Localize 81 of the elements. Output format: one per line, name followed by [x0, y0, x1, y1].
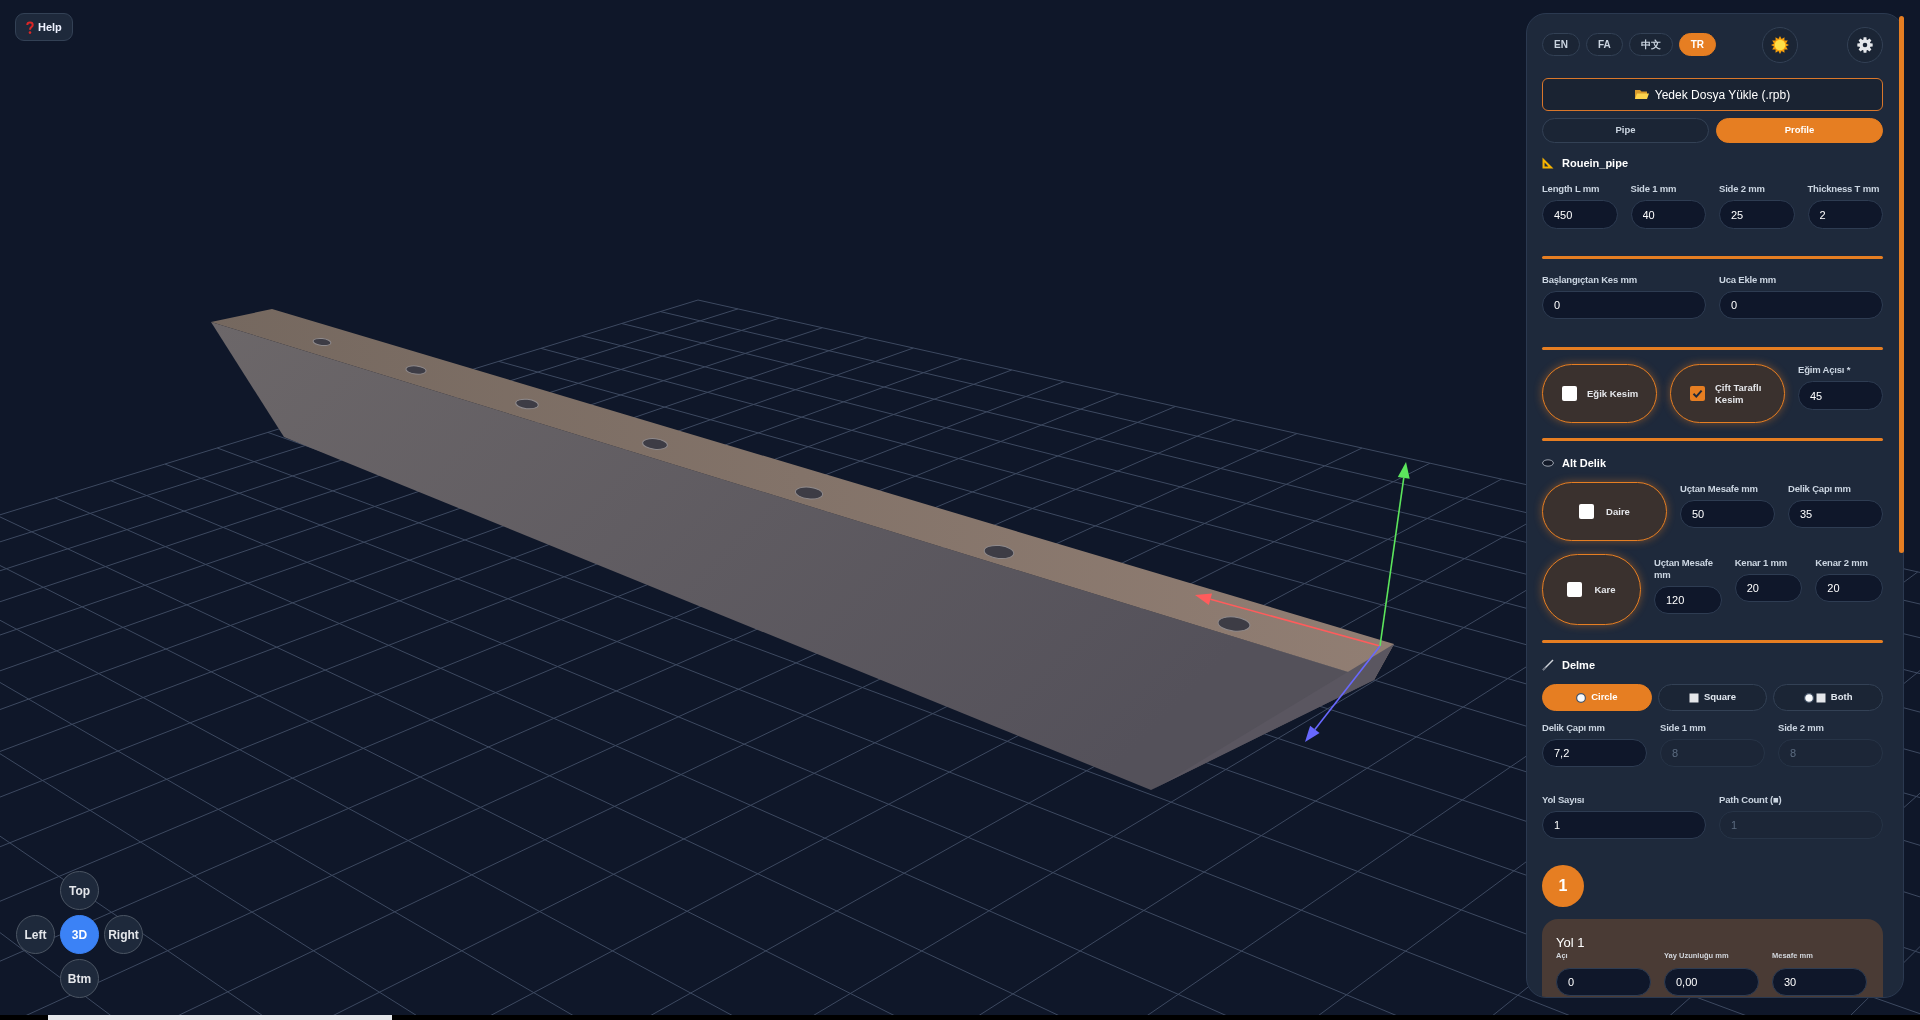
checkbox[interactable] [1562, 386, 1577, 401]
scrollbar-thumb[interactable] [48, 1015, 392, 1020]
path-title: Yol 1 [1556, 935, 1586, 951]
field-label: Uca Ekle mm [1719, 274, 1777, 286]
input-field[interactable]: 450 [1542, 200, 1618, 229]
field-label: Side 1 mm [1630, 183, 1678, 195]
field-label: Delik Çapı mm [1542, 722, 1606, 734]
ruler-icon [1542, 157, 1554, 169]
field-label: Side 2 mm [1719, 183, 1766, 195]
input-field[interactable]: 40 [1630, 200, 1706, 229]
checkbox-option[interactable]: Kare [1542, 554, 1641, 625]
folder-icon [1634, 89, 1649, 100]
view-button[interactable]: Right [104, 915, 143, 954]
shape-option-button[interactable]: Square [1657, 684, 1768, 711]
input-field[interactable]: 20 [1815, 574, 1883, 602]
input-field[interactable]: 2 [1807, 200, 1883, 229]
field-label: Uçtan Mesafe mm [1680, 483, 1759, 495]
input-field[interactable]: 50 [1680, 500, 1775, 528]
input-field[interactable]: 30 [1772, 968, 1867, 996]
settings-button[interactable] [1847, 26, 1883, 63]
field-label: Uçtan Mesafe mm [1654, 557, 1714, 581]
field-label: Thickness T mm [1807, 183, 1881, 195]
input-field[interactable]: 0 [1542, 291, 1706, 319]
field-label: Length L mm [1542, 183, 1601, 195]
checkmark-icon [1692, 388, 1703, 399]
field-label: Başlangıçtan Kes mm [1542, 274, 1638, 286]
circle-icon [1803, 692, 1814, 703]
hole [405, 365, 427, 375]
field-label: Eğim Açısı * [1798, 364, 1852, 376]
mode-tab[interactable]: Pipe [1542, 118, 1709, 143]
checkbox-option[interactable]: Daire [1542, 482, 1667, 541]
input-field[interactable]: 45 [1798, 381, 1883, 410]
load-backup-button[interactable]: Yedek Dosya Yükle (.rpb) [1542, 78, 1883, 111]
view-button[interactable]: Top [60, 871, 99, 910]
checkbox[interactable] [1579, 504, 1595, 519]
input-field[interactable]: 35 [1788, 500, 1883, 528]
shape-option-button[interactable]: Both [1773, 684, 1883, 711]
field-label: Side 2 mm [1778, 722, 1825, 734]
sun-icon [1771, 35, 1790, 54]
checkbox[interactable] [1567, 582, 1583, 597]
hole [642, 438, 668, 450]
hole [794, 486, 824, 500]
checkbox-option[interactable]: Eğik Kesim [1542, 364, 1657, 423]
input-field[interactable]: 0,00 [1664, 968, 1759, 996]
input-field[interactable]: 1 [1542, 811, 1706, 839]
input-field[interactable]: 25 [1719, 200, 1795, 229]
square-icon [1815, 692, 1826, 703]
checkbox[interactable] [1690, 386, 1705, 401]
field-label: Kenar 1 mm [1734, 557, 1789, 569]
input-field[interactable]: 0 [1556, 968, 1651, 996]
hole [515, 398, 539, 410]
circle-icon [1576, 692, 1587, 703]
field-label: Path Count (■) [1719, 794, 1783, 806]
section-title: Alt Delik [1562, 455, 1606, 471]
hole [312, 337, 332, 347]
input-field[interactable]: 0 [1719, 291, 1883, 319]
hole [1217, 616, 1251, 632]
section-title: Rouein_pipe [1562, 155, 1628, 171]
language-button[interactable]: 中文 [1628, 33, 1673, 56]
scrollbar-thumb[interactable] [1899, 16, 1904, 553]
input-field[interactable]: 7,2 [1542, 739, 1647, 767]
language-button[interactable]: EN [1542, 33, 1580, 56]
needle-icon [1542, 659, 1554, 671]
hole-icon [1542, 459, 1554, 467]
input-field[interactable]: 120 [1654, 586, 1722, 614]
help-button[interactable]: Help [15, 13, 73, 41]
field-label: Yol Sayısı [1542, 794, 1586, 806]
view-button[interactable]: Left [16, 915, 55, 954]
checkbox-option[interactable]: Çift Taraflı Kesim [1670, 364, 1785, 423]
settings-icon [1857, 36, 1873, 53]
hole [983, 544, 1015, 560]
view-button[interactable]: Btm [60, 959, 99, 998]
field-label: Delik Çapı mm [1788, 483, 1852, 495]
square-icon [1688, 692, 1699, 703]
section-title: Delme [1562, 657, 1596, 673]
field-label: Kenar 2 mm [1815, 557, 1869, 569]
field-label: Side 1 mm [1660, 722, 1707, 734]
input-field[interactable]: 20 [1734, 574, 1803, 602]
help-icon [26, 20, 34, 34]
language-button[interactable]: FA [1585, 33, 1623, 56]
view-button[interactable]: 3D [60, 915, 99, 954]
